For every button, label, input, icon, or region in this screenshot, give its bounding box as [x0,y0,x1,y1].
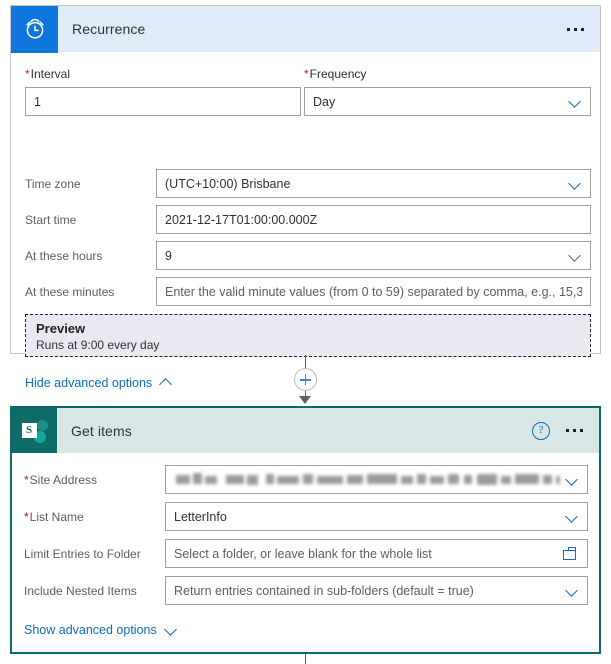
get-items-card-title: Get items [71,422,132,439]
field-at-these-minutes-label: At these minutes [25,284,115,299]
folder-picker-icon[interactable] [563,546,579,561]
field-site-address: *Site Address [24,465,588,494]
field-include-nested-items: Include Nested Items Return entries cont… [24,576,588,605]
chevron-down-icon[interactable] [566,473,579,486]
field-at-these-hours: At these hours 9 [25,241,591,270]
field-frequency-label: *Frequency [304,67,367,81]
alarm-clock-icon [11,5,58,53]
hide-advanced-options-link[interactable]: Hide advanced options [25,376,174,390]
recurrence-preview-title: Preview [36,321,86,336]
get-items-more-menu-button[interactable] [564,425,585,436]
recurrence-card-title: Recurrence [72,21,146,37]
field-limit-entries-to-folder: Limit Entries to Folder Select a folder,… [24,539,588,568]
recurrence-preview-box: Preview Runs at 9:00 every day [25,314,591,357]
field-list-name-dropdown[interactable]: LetterInfo [165,502,588,531]
field-site-address-label: *Site Address [24,472,98,487]
field-frequency-dropdown[interactable]: Day [304,87,591,116]
chevron-down-icon[interactable] [569,95,582,108]
field-site-address-dropdown[interactable] [165,465,588,494]
insert-step-button[interactable] [294,368,317,391]
sharepoint-circle-upper [36,419,48,431]
sharepoint-glyph: S [21,419,48,443]
chevron-down-icon[interactable] [569,177,582,190]
field-time-zone-label: Time zone [25,176,81,191]
field-at-these-minutes: At these minutes Enter the valid minute … [25,277,591,306]
field-time-zone: Time zone (UTC+10:00) Brisbane [25,169,591,198]
dot [580,429,583,432]
dot [581,27,584,31]
connector-arrow-icon [299,396,311,404]
chevron-up-icon [160,378,174,388]
required-asterisk: * [24,509,29,524]
field-frequency: *Frequency Day [304,67,591,116]
sharepoint-letter: S [21,422,37,438]
field-at-these-hours-label: At these hours [25,248,103,263]
get-items-header-actions: ? [532,421,585,440]
show-advanced-options-label: Show advanced options [24,623,157,637]
get-items-card-header[interactable]: S Get items ? [12,408,599,453]
field-limit-entries-to-folder-input[interactable]: Select a folder, or leave blank for the … [165,539,588,568]
field-list-name: *List Name LetterInfo [24,502,588,531]
connector-line-top [305,355,306,369]
required-asterisk: * [304,67,309,81]
field-interval-label: *Interval [25,67,71,81]
chevron-down-icon[interactable] [566,584,579,597]
redacted-value [174,471,560,488]
recurrence-header-actions [565,24,586,35]
field-include-nested-items-dropdown[interactable]: Return entries contained in sub-folders … [165,576,588,605]
recurrence-more-menu-button[interactable] [565,24,586,35]
chevron-down-icon [165,625,179,635]
dot [574,27,577,31]
flow-designer-canvas: Recurrence *Interval 1 *Frequency Day Ti… [0,0,611,664]
connector-line-next [305,654,306,664]
dot [567,27,570,31]
help-icon[interactable]: ? [532,421,550,440]
recurrence-card-header[interactable]: Recurrence [10,5,601,53]
field-interval-input[interactable]: 1 [25,87,301,116]
field-interval: *Interval 1 [25,67,301,116]
field-include-nested-items-label: Include Nested Items [24,583,137,598]
field-list-name-label: *List Name [24,509,84,524]
sharepoint-icon: S [12,408,57,453]
field-at-these-hours-dropdown[interactable]: 9 [156,241,591,270]
field-start-time: Start time 2021-12-17T01:00:00.000Z [25,205,591,234]
recurrence-preview-text: Runs at 9:00 every day [36,338,160,352]
hide-advanced-options-label: Hide advanced options [25,376,153,390]
required-asterisk: * [24,472,29,487]
dot [573,429,576,432]
field-at-these-minutes-input[interactable]: Enter the valid minute values (from 0 to… [156,277,591,306]
field-start-time-input[interactable]: 2021-12-17T01:00:00.000Z [156,205,591,234]
field-limit-entries-to-folder-label: Limit Entries to Folder [24,546,141,561]
recurrence-trigger-card[interactable]: Recurrence *Interval 1 *Frequency Day Ti… [10,5,601,390]
chevron-down-icon[interactable] [569,249,582,262]
field-time-zone-dropdown[interactable]: (UTC+10:00) Brisbane [156,169,591,198]
dot [566,429,569,432]
get-items-action-card[interactable]: S Get items ? *Site Address *List Name L… [10,406,601,654]
field-start-time-label: Start time [25,212,77,227]
show-advanced-options-link[interactable]: Show advanced options [24,623,179,637]
chevron-down-icon[interactable] [566,510,579,523]
required-asterisk: * [25,67,30,81]
